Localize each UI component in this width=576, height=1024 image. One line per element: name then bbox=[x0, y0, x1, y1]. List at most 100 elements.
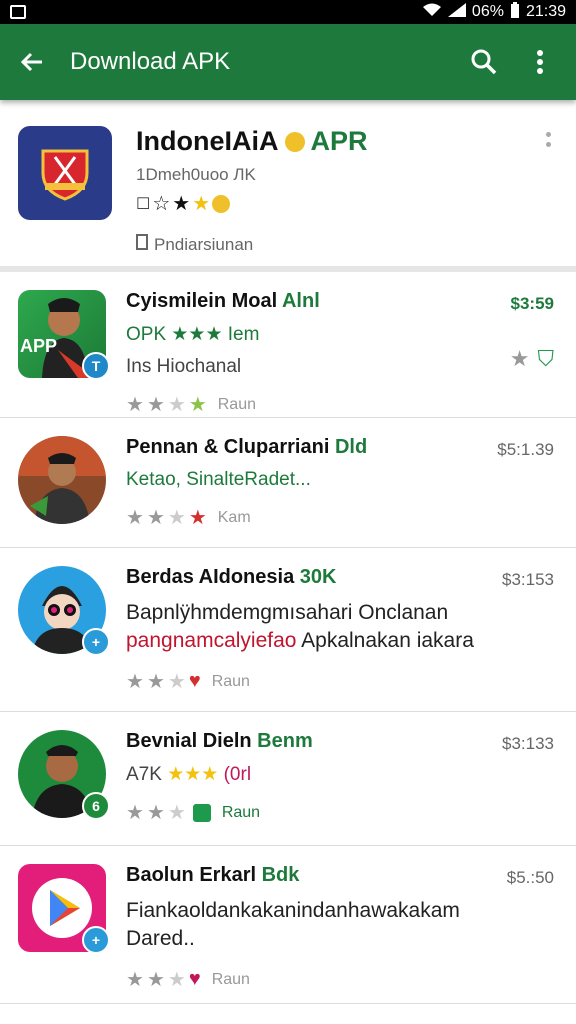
app-rating: ★ ★ ★ ♥ Rаun bbox=[126, 669, 558, 694]
app-price: $3:153 bbox=[502, 570, 554, 589]
featured-app-meta: Pndiarsiunan bbox=[136, 234, 368, 255]
star-icon[interactable]: ★ bbox=[510, 346, 530, 372]
app-description-line: pangnamcalyiefao Apkalnakan iakara bbox=[126, 627, 558, 655]
app-description-line: Fiankaoldankakanindanhawakakam bbox=[126, 899, 460, 922]
app-title-tag: Dld bbox=[334, 436, 368, 458]
app-title: Berdas AIdonesia 30K bbox=[126, 566, 558, 589]
list-item[interactable]: + Baolun Erkarl Bdk Fiankaoldankakaninda… bbox=[0, 846, 576, 1004]
app-description: Ins Hiochanal bbox=[126, 356, 242, 377]
app-price: $3:59 bbox=[510, 294, 554, 313]
battery-icon bbox=[510, 1, 520, 23]
signal-icon bbox=[447, 2, 466, 22]
mini-badge-icon: + bbox=[82, 926, 110, 954]
app-icon[interactable]: 6 bbox=[18, 730, 110, 820]
star-icon: ★ bbox=[146, 507, 165, 529]
app-rating: ★ ★ ★ Raun bbox=[126, 800, 558, 825]
star-icon: ★ bbox=[167, 671, 186, 693]
app-bar: Download APK bbox=[0, 24, 576, 100]
emoji-icon bbox=[284, 131, 305, 152]
list-item[interactable]: + Berdas AIdonesia 30K Bapnlÿhmdemgmısah… bbox=[0, 548, 576, 712]
page-title: Download APK bbox=[70, 48, 231, 75]
app-icon[interactable]: + bbox=[18, 566, 110, 656]
app-description-line: Bapnlÿhmdemgmısahari Onclanan bbox=[126, 601, 449, 624]
shield-logo-icon bbox=[41, 149, 89, 201]
emoji-icon bbox=[212, 194, 231, 213]
featured-app-icon[interactable] bbox=[18, 126, 112, 220]
app-subtitle: OPK ★★★ Iem bbox=[126, 324, 260, 345]
star-icon: ★ bbox=[146, 394, 165, 416]
wifi-icon bbox=[422, 3, 442, 22]
featured-app-subtitle: 1Dmeh0uoo ЛK bbox=[136, 165, 256, 184]
star-icon: ★ bbox=[167, 802, 186, 824]
star-icon: ★★★ bbox=[167, 764, 219, 785]
app-icon[interactable]: + bbox=[18, 864, 110, 954]
list-item[interactable]: Pennan & Cluparriani Dld Ketao, SinalteR… bbox=[0, 418, 576, 548]
featured-app-title-accent: APR bbox=[310, 126, 368, 156]
star-icon: ★ bbox=[146, 802, 165, 824]
battery-percent: 06% bbox=[471, 3, 504, 20]
app-title-text: Baolun Erkarl bbox=[126, 864, 257, 886]
app-price: $5:1.39 bbox=[497, 440, 554, 459]
document-icon bbox=[136, 234, 148, 255]
mini-badge-icon: T bbox=[82, 352, 110, 380]
shield-icon[interactable]: ⛉ bbox=[537, 346, 554, 372]
app-title-text: Pennan & Cluparriani bbox=[126, 436, 330, 458]
star-icon: ★ bbox=[167, 394, 186, 416]
list-item[interactable]: 6 Bevnial Dieln Benm A7K ★★★ (0rl ★ ★ ★ … bbox=[0, 712, 576, 846]
app-price: $3:133 bbox=[502, 734, 554, 753]
back-arrow-icon[interactable] bbox=[18, 48, 46, 76]
app-subtitle-suffix: (0rl bbox=[223, 764, 252, 785]
more-vert-icon[interactable] bbox=[522, 44, 558, 80]
box-icon: ☐ bbox=[136, 195, 151, 213]
app-icon[interactable] bbox=[18, 436, 106, 524]
star-icon: ★ bbox=[188, 394, 207, 416]
mini-badge-icon: 6 bbox=[82, 792, 110, 820]
rating-label: Raun bbox=[211, 970, 250, 988]
featured-app-title: IndoneIAiA APR bbox=[136, 126, 368, 157]
app-subtitle: A7K ★★★ (0rl bbox=[126, 763, 558, 786]
app-title-text: Bevnial Dieln bbox=[126, 730, 252, 752]
rating-label: Kam bbox=[217, 508, 251, 526]
app-description: Fiankaoldankakanindanhawakakam Dared.. bbox=[126, 897, 558, 953]
star-icon: ☆ bbox=[152, 193, 171, 215]
star-icon: ★ bbox=[126, 969, 144, 991]
featured-app-card[interactable]: IndoneIAiA APR 1Dmeh0uoo ЛK ☐ ☆ ★ ★ Pndi… bbox=[0, 100, 576, 272]
app-title: Cyismilein Moal Alnl bbox=[126, 290, 558, 313]
app-title-text: Berdas AIdonesia bbox=[126, 566, 295, 588]
app-subtitle: Ketao, SinalteRadet... bbox=[126, 469, 311, 490]
app-rating: ★ ★ ★ ♥ Raun bbox=[126, 967, 558, 992]
rating-label: Raun bbox=[217, 395, 256, 413]
featured-app-rating: ☐ ☆ ★ ★ bbox=[136, 191, 368, 216]
app-description: Bapnlÿhmdemgmısahari Onclanan pangnamcal… bbox=[126, 599, 558, 655]
app-icon[interactable]: APP T bbox=[18, 290, 110, 380]
app-rating: ★ ★ ★ ★ Raun bbox=[126, 392, 558, 417]
featured-app-name: IndoneIAiA bbox=[136, 126, 279, 156]
app-title: Pennan & Cluparriani Dld bbox=[126, 436, 558, 459]
star-icon: ★ bbox=[146, 671, 165, 693]
image-notification-icon bbox=[10, 5, 26, 19]
heart-icon: ♥ bbox=[188, 670, 201, 692]
star-icon: ★ bbox=[146, 969, 165, 991]
app-description-highlight: pangnamcalyiefao bbox=[126, 629, 297, 652]
rating-label: Rаun bbox=[211, 672, 250, 690]
app-description-rest: Apkalnakan iakara bbox=[296, 629, 474, 652]
star-icon: ★ bbox=[167, 969, 186, 991]
star-icon: ★ bbox=[126, 394, 144, 416]
list-item[interactable]: APP T Cyismilein Moal Alnl OPK ★★★ Iem I… bbox=[0, 272, 576, 418]
star-icon: ★ bbox=[188, 507, 207, 529]
more-options-icon[interactable] bbox=[546, 132, 552, 152]
app-title-tag: 30K bbox=[299, 566, 337, 588]
app-subtitle-prefix: A7K bbox=[126, 764, 162, 785]
star-icon: ★ bbox=[167, 507, 186, 529]
star-icon: ★ bbox=[126, 802, 144, 824]
rating-label: Raun bbox=[221, 803, 261, 821]
app-description-line: Dared.. bbox=[126, 927, 195, 950]
featured-app-meta-text: Pndiarsiunan bbox=[154, 234, 254, 254]
status-bar: 06% 21:39 bbox=[0, 0, 576, 24]
star-icon: ★ bbox=[192, 193, 211, 215]
mini-badge-icon: + bbox=[82, 628, 110, 656]
app-title: Baolun Erkarl Bdk bbox=[126, 864, 558, 887]
app-price: $5.:50 bbox=[506, 868, 554, 887]
app-title-tag: Alnl bbox=[281, 290, 320, 312]
search-icon[interactable] bbox=[466, 44, 502, 80]
